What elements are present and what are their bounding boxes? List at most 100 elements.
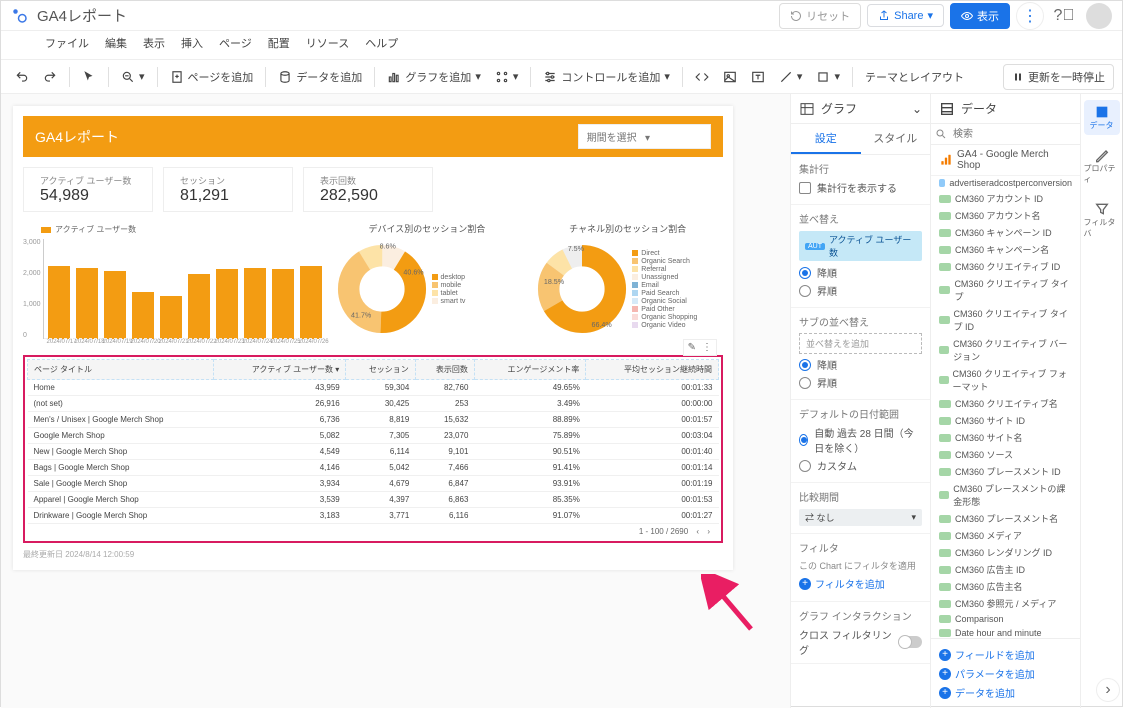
tab-filterbar[interactable]: フィルタバ: [1084, 197, 1120, 243]
scorecard-users[interactable]: アクティブ ユーザー数54,989: [23, 167, 153, 212]
chart-panel-header[interactable]: グラフ ⌄: [791, 94, 930, 124]
menu-page[interactable]: ページ: [213, 33, 258, 53]
table-header[interactable]: 表示回数: [415, 360, 474, 380]
chart-more-icon[interactable]: ⋮: [702, 342, 712, 353]
menu-help[interactable]: ヘルプ: [359, 33, 404, 53]
share-button[interactable]: Share ▾: [867, 4, 944, 27]
url-embed-button[interactable]: [689, 66, 715, 88]
field-item[interactable]: CM360 プレースメント名: [931, 510, 1080, 527]
field-item[interactable]: CM360 クリエイティブ フォーマット: [931, 365, 1080, 395]
table-row[interactable]: Bags | Google Merch Shop4,1465,0427,4669…: [28, 460, 719, 476]
bar-chart[interactable]: アクティブ ユーザー数 3,0002,0001,0000 2024/07/172…: [23, 222, 322, 345]
field-list[interactable]: advertiseradcostperconversionCM360 アカウント…: [931, 176, 1080, 638]
field-item[interactable]: CM360 プレースメントの課金形態: [931, 480, 1080, 510]
add-param-link[interactable]: +パラメータを追加: [939, 666, 1072, 681]
chevron-down-icon[interactable]: ⌄: [912, 102, 922, 116]
table-row[interactable]: Men's / Unisex | Google Merch Shop6,7368…: [28, 412, 719, 428]
text-button[interactable]: [745, 66, 771, 88]
table-row[interactable]: Home43,95959,30482,76049.65%00:01:33: [28, 380, 719, 396]
tab-setup[interactable]: 設定: [791, 124, 861, 154]
subsort-asc-radio[interactable]: 昇順: [799, 375, 922, 390]
field-item[interactable]: Date hour and minute: [931, 626, 1080, 638]
datasource-label[interactable]: GA4 - Google Merch Shop: [931, 145, 1080, 176]
table-row[interactable]: (not set)26,91630,4252533.49%00:00:00: [28, 396, 719, 412]
field-item[interactable]: CM360 クリエイティブ タイプ: [931, 275, 1080, 305]
sort-desc-radio[interactable]: 降順: [799, 265, 922, 280]
field-item[interactable]: CM360 広告主 ID: [931, 561, 1080, 578]
chart-edit-icon[interactable]: ✎: [688, 342, 696, 353]
field-item[interactable]: CM360 クリエイティブ名: [931, 395, 1080, 412]
pause-refresh-button[interactable]: 更新を一時停止: [1003, 64, 1114, 90]
menu-file[interactable]: ファイル: [39, 33, 95, 53]
add-chart-button[interactable]: グラフを追加 ▾: [381, 65, 487, 89]
subsort-desc-radio[interactable]: 降順: [799, 357, 922, 372]
field-item[interactable]: CM360 アカウント ID: [931, 190, 1080, 207]
theme-layout-button[interactable]: テーマとレイアウト: [859, 65, 970, 89]
table-row[interactable]: Apparel | Google Merch Shop3,5394,3976,8…: [28, 492, 719, 508]
help-button[interactable]: ?⃝: [1050, 2, 1078, 30]
table-header[interactable]: エンゲージメント率: [474, 360, 585, 380]
donut-device[interactable]: デバイス別のセッション割合 41.7% 40.6% 8.6% des: [332, 222, 523, 345]
add-control-button[interactable]: コントロールを追加 ▾: [537, 65, 676, 89]
field-item[interactable]: CM360 メディア: [931, 527, 1080, 544]
view-button[interactable]: 表示: [950, 3, 1010, 29]
field-item[interactable]: CM360 クリエイティブ バージョン: [931, 335, 1080, 365]
field-item[interactable]: CM360 プレースメント ID: [931, 463, 1080, 480]
zoom-tool[interactable]: ▾: [115, 66, 151, 88]
menu-resource[interactable]: リソース: [300, 33, 355, 53]
shape-button[interactable]: ▾: [810, 66, 846, 88]
add-data-button[interactable]: データを追加: [272, 65, 368, 89]
tab-data[interactable]: データ: [1084, 100, 1120, 135]
field-item[interactable]: CM360 アカウント名: [931, 207, 1080, 224]
field-search-input[interactable]: [931, 125, 1080, 145]
pager-prev[interactable]: ‹: [696, 527, 699, 536]
menu-insert[interactable]: 挿入: [175, 33, 209, 53]
menu-view[interactable]: 表示: [137, 33, 171, 53]
pager-next[interactable]: ›: [707, 527, 710, 536]
canvas-scroll[interactable]: GA4レポート 期間を選択 ▾ アクティブ ユーザー数54,989 セッション8…: [1, 94, 790, 708]
tab-properties[interactable]: プロパティ: [1084, 143, 1120, 189]
image-button[interactable]: [717, 66, 743, 88]
field-item[interactable]: CM360 クリエイティブ タイプ ID: [931, 305, 1080, 335]
daterange-auto-radio[interactable]: 自動 過去 28 日間（今日を除く）: [799, 425, 922, 455]
doc-title[interactable]: GA4レポート: [37, 5, 127, 26]
field-item[interactable]: CM360 キャンペーン ID: [931, 224, 1080, 241]
field-item[interactable]: CM360 ソース: [931, 446, 1080, 463]
field-item[interactable]: CM360 サイト ID: [931, 412, 1080, 429]
tab-style[interactable]: スタイル: [861, 124, 931, 154]
add-page-button[interactable]: ページを追加: [164, 65, 260, 89]
cross-filter-toggle[interactable]: [899, 636, 922, 648]
table-header[interactable]: ページ タイトル: [28, 360, 214, 380]
field-item[interactable]: CM360 サイト名: [931, 429, 1080, 446]
expand-panel-button[interactable]: ›: [1096, 678, 1120, 702]
scorecard-sessions[interactable]: セッション81,291: [163, 167, 293, 212]
add-field-link[interactable]: +フィールドを追加: [939, 647, 1072, 662]
select-tool[interactable]: [76, 66, 102, 88]
reset-button[interactable]: リセット: [779, 3, 861, 29]
add-data-link[interactable]: +データを追加: [939, 685, 1072, 700]
menu-arrange[interactable]: 配置: [262, 33, 296, 53]
field-item[interactable]: CM360 広告主名: [931, 578, 1080, 595]
compare-select[interactable]: ⇄ なし▾: [799, 509, 922, 526]
scorecard-views[interactable]: 表示回数282,590: [303, 167, 433, 212]
table-row[interactable]: New | Google Merch Shop4,5496,1149,10190…: [28, 444, 719, 460]
user-avatar[interactable]: [1086, 3, 1112, 29]
redo-button[interactable]: [37, 66, 63, 88]
selected-table-chart[interactable]: ✎ ⋮ ページ タイトルアクティブ ユーザー数 ▾セッション表示回数エンゲージメ…: [23, 355, 723, 543]
show-total-checkbox[interactable]: 集計行を表示する: [799, 180, 922, 195]
table-row[interactable]: Google Merch Shop5,0827,30523,07075.89%0…: [28, 428, 719, 444]
table-row[interactable]: Sale | Google Merch Shop3,9344,6796,8479…: [28, 476, 719, 492]
menu-edit[interactable]: 編集: [99, 33, 133, 53]
add-filter-link[interactable]: +フィルタを追加: [799, 576, 922, 591]
line-button[interactable]: ▾: [773, 66, 809, 88]
field-item[interactable]: CM360 クリエイティブ ID: [931, 258, 1080, 275]
table-header[interactable]: 平均セッション継続時間: [586, 360, 719, 380]
undo-button[interactable]: [9, 66, 35, 88]
add-subsort[interactable]: 並べ替えを追加: [799, 333, 922, 354]
community-viz-button[interactable]: ▾: [489, 66, 525, 88]
date-range-control[interactable]: 期間を選択 ▾: [578, 124, 711, 149]
field-item[interactable]: advertiseradcostperconversion: [931, 176, 1080, 190]
daterange-custom-radio[interactable]: カスタム: [799, 458, 922, 473]
table-header[interactable]: セッション: [346, 360, 416, 380]
more-options-button[interactable]: ⋮: [1016, 2, 1044, 30]
